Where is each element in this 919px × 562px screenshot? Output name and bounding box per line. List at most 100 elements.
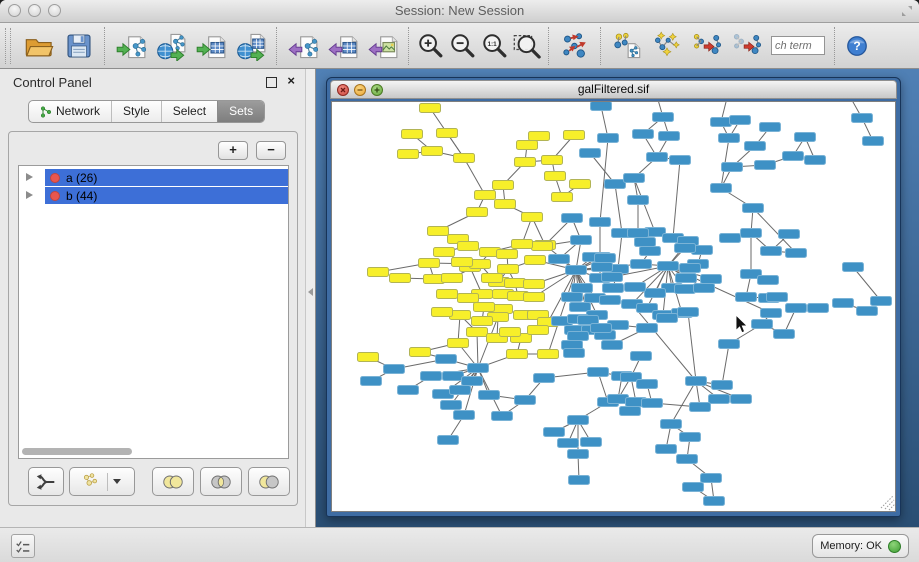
search-input[interactable] bbox=[771, 36, 825, 55]
graph-node[interactable] bbox=[683, 483, 704, 492]
graph-node[interactable] bbox=[628, 229, 649, 238]
graph-node[interactable] bbox=[384, 365, 405, 374]
graph-node[interactable] bbox=[507, 350, 528, 359]
graph-node[interactable] bbox=[438, 436, 459, 445]
union-button[interactable] bbox=[152, 467, 194, 496]
graph-node[interactable] bbox=[628, 196, 649, 205]
graph-node[interactable] bbox=[637, 380, 658, 389]
graph-node[interactable] bbox=[568, 416, 589, 425]
graph-node[interactable] bbox=[562, 214, 583, 223]
network-canvas[interactable] bbox=[331, 101, 896, 512]
memory-status-button[interactable]: Memory: OK bbox=[812, 534, 909, 558]
network-from-file-button[interactable] bbox=[607, 26, 647, 66]
graph-node[interactable] bbox=[857, 307, 878, 316]
graph-node[interactable] bbox=[517, 141, 538, 150]
graph-node[interactable] bbox=[805, 156, 826, 165]
tab-sets[interactable]: Sets bbox=[217, 101, 264, 122]
graph-node[interactable] bbox=[680, 433, 701, 442]
float-panel-icon[interactable] bbox=[266, 77, 277, 88]
graph-node[interactable] bbox=[467, 208, 488, 217]
graph-node[interactable] bbox=[647, 153, 668, 162]
graph-node[interactable] bbox=[500, 328, 521, 337]
graph-node[interactable] bbox=[602, 341, 623, 350]
graph-node[interactable] bbox=[786, 249, 807, 258]
graph-node[interactable] bbox=[564, 349, 585, 358]
graph-node[interactable] bbox=[653, 113, 674, 122]
graph-node[interactable] bbox=[767, 293, 788, 302]
graph-node[interactable] bbox=[437, 290, 458, 299]
graph-node[interactable] bbox=[448, 339, 469, 348]
graph-node[interactable] bbox=[569, 476, 590, 485]
graph-node[interactable] bbox=[421, 372, 442, 381]
graph-node[interactable] bbox=[591, 324, 612, 333]
graph-node[interactable] bbox=[701, 275, 722, 284]
graph-node[interactable] bbox=[833, 299, 854, 308]
minimize-window-icon[interactable] bbox=[28, 4, 41, 17]
graph-node[interactable] bbox=[752, 320, 773, 329]
expand-set-icon[interactable] bbox=[26, 173, 33, 181]
graph-node[interactable] bbox=[711, 184, 732, 193]
zoom-actual-button[interactable]: 1:1 bbox=[479, 26, 511, 66]
zoom-selected-button[interactable] bbox=[511, 26, 543, 66]
graph-node[interactable] bbox=[670, 156, 691, 165]
import-table-button[interactable] bbox=[191, 26, 231, 66]
graph-node[interactable] bbox=[436, 355, 457, 364]
graph-node[interactable] bbox=[680, 264, 701, 273]
network-from-selection-button[interactable] bbox=[687, 26, 727, 66]
graph-node[interactable] bbox=[482, 274, 503, 283]
graph-node[interactable] bbox=[808, 304, 829, 313]
graph-node[interactable] bbox=[678, 308, 699, 317]
graph-node[interactable] bbox=[458, 242, 479, 251]
zoom-window-icon[interactable] bbox=[48, 4, 61, 17]
graph-node[interactable] bbox=[420, 104, 441, 113]
graph-node[interactable] bbox=[642, 399, 663, 408]
graph-node[interactable] bbox=[598, 134, 619, 143]
graph-node[interactable] bbox=[571, 236, 592, 245]
graph-node[interactable] bbox=[761, 247, 782, 256]
window-titlebar[interactable]: Session: New Session bbox=[0, 0, 919, 23]
graph-node[interactable] bbox=[637, 324, 658, 333]
graph-node[interactable] bbox=[495, 200, 516, 209]
close-window-icon[interactable] bbox=[8, 4, 21, 17]
import-table-from-web-button[interactable] bbox=[231, 26, 271, 66]
toolbar-gripper[interactable] bbox=[5, 28, 11, 64]
graph-node[interactable] bbox=[529, 132, 550, 141]
graph-node[interactable] bbox=[492, 412, 513, 421]
graph-node[interactable] bbox=[783, 152, 804, 161]
graph-node[interactable] bbox=[402, 130, 423, 139]
set-row[interactable]: a (26) bbox=[19, 169, 288, 186]
graph-node[interactable] bbox=[525, 256, 546, 265]
graph-node[interactable] bbox=[562, 293, 583, 302]
graph-node[interactable] bbox=[701, 474, 722, 483]
graph-node[interactable] bbox=[572, 284, 593, 293]
graph-node[interactable] bbox=[544, 428, 565, 437]
graph-node[interactable] bbox=[591, 102, 612, 111]
graph-node[interactable] bbox=[479, 391, 500, 400]
graph-node[interactable] bbox=[779, 230, 800, 239]
graph-node[interactable] bbox=[720, 234, 741, 243]
graph-node[interactable] bbox=[497, 250, 518, 259]
graph-node[interactable] bbox=[434, 248, 455, 257]
graph-node[interactable] bbox=[730, 116, 751, 125]
graph-node[interactable] bbox=[498, 265, 519, 274]
graph-node[interactable] bbox=[462, 377, 483, 386]
network-window[interactable]: galFiltered.sif bbox=[326, 77, 901, 517]
graph-node[interactable] bbox=[722, 163, 743, 172]
dropdown-arrow-icon[interactable] bbox=[113, 479, 121, 484]
graph-node[interactable] bbox=[568, 450, 589, 459]
graph-node[interactable] bbox=[515, 396, 536, 405]
graph-node[interactable] bbox=[528, 326, 549, 335]
graph-node[interactable] bbox=[602, 273, 623, 282]
resize-grip-icon[interactable] bbox=[881, 496, 895, 510]
graph-node[interactable] bbox=[419, 259, 440, 268]
graph-node[interactable] bbox=[600, 296, 621, 305]
panel-divider[interactable] bbox=[305, 69, 316, 527]
graph-node[interactable] bbox=[450, 386, 471, 395]
graph-node[interactable] bbox=[657, 314, 678, 323]
graph-node[interactable] bbox=[658, 262, 679, 271]
export-network-button[interactable] bbox=[283, 26, 323, 66]
task-history-button[interactable] bbox=[11, 534, 35, 558]
add-set-button[interactable]: + bbox=[218, 141, 248, 160]
graph-node[interactable] bbox=[656, 445, 677, 454]
graph-node[interactable] bbox=[709, 395, 730, 404]
